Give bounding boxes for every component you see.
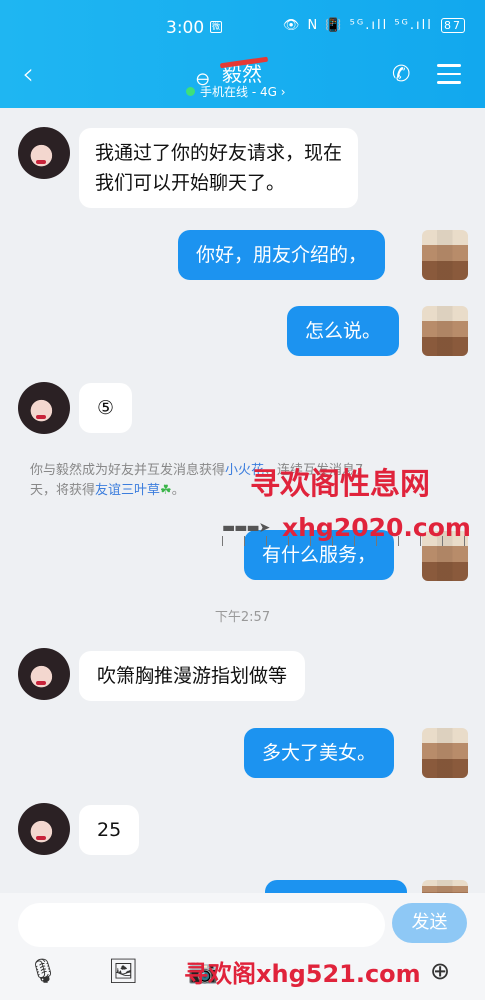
back-icon[interactable]: ‹ [22, 60, 34, 90]
notice-text: 你与毅然成为好友并互发消息获得 [30, 463, 226, 478]
phone-icon[interactable]: ✆ [392, 62, 410, 87]
presence-text: 手机在线 - 4G [200, 85, 277, 99]
microphone-icon[interactable]: 🎙 [28, 957, 58, 985]
plus-icon[interactable]: ⊕ [430, 957, 450, 985]
online-dot-icon [186, 87, 195, 96]
message-bubble-outgoing[interactable]: 怎么说。 [287, 306, 400, 356]
message-bubble-incoming[interactable]: 我通过了你的好友请求，现在 我们可以开始聊天了。 [79, 128, 359, 208]
arrow-icon: ▬▬▬➤ [222, 520, 270, 536]
self-avatar[interactable] [422, 728, 468, 778]
message-bubble-incoming[interactable]: ⑤ [79, 383, 133, 433]
notice-text: 。 [171, 483, 185, 498]
menu-icon[interactable] [437, 64, 461, 90]
notice-text: 天，将获得 [30, 483, 96, 498]
presence-status[interactable]: 手机在线 - 4G › [186, 83, 286, 100]
message-bubble-outgoing[interactable]: 多大了美女。 [244, 728, 395, 778]
watermark-bottom: 寻欢阁xhg521.com [184, 960, 421, 988]
message-bubble-outgoing[interactable]: 你好，朋友介绍的， [178, 230, 386, 280]
contact-avatar[interactable] [18, 127, 70, 179]
status-icons: 👁 N 📳 ⁵ᴳ.ıll ⁵ᴳ.ıll 87 [283, 18, 465, 33]
status-bar: 3:00 微 👁 N 📳 ⁵ᴳ.ıll ⁵ᴳ.ıll 87 [0, 14, 485, 42]
send-button[interactable]: 发送 [392, 903, 467, 943]
clover-icon: ☘ [160, 483, 172, 498]
self-avatar[interactable] [422, 306, 468, 356]
status-icons-text: 👁 N 📳 ⁵ᴳ.ıll ⁵ᴳ.ıll [282, 18, 433, 33]
contact-avatar[interactable] [18, 648, 70, 700]
message-text-line: 我通过了你的好友请求，现在 [95, 142, 343, 164]
self-avatar[interactable] [422, 230, 468, 280]
contact-avatar[interactable] [18, 382, 70, 434]
status-time: 3:00 [166, 18, 205, 38]
app-badge-icon: 微 [210, 21, 222, 33]
message-input[interactable] [18, 903, 385, 947]
battery-icon: 87 [441, 18, 465, 33]
watermark-mid: xhg2020.com [282, 513, 471, 542]
message-text-line: 我们可以开始聊天了。 [95, 172, 286, 194]
message-bubble-incoming[interactable]: 吹箫胸推漫游指划做等 [79, 651, 306, 701]
presence-arrow-icon: › [280, 85, 286, 99]
message-bubble-incoming[interactable]: 25 [79, 805, 140, 855]
chat-header: 3:00 微 👁 N 📳 ⁵ᴳ.ıll ⁵ᴳ.ıll 87 ‹ 🜔 毅然 手机在… [0, 0, 485, 108]
image-icon[interactable]: 🖼 [108, 957, 138, 985]
watermark-top: 寻欢阁性息网 [250, 467, 430, 502]
contact-avatar[interactable] [18, 803, 70, 855]
message-timestamp: 下午2:57 [214, 610, 271, 625]
clover-link[interactable]: 友谊三叶草 [95, 483, 160, 498]
